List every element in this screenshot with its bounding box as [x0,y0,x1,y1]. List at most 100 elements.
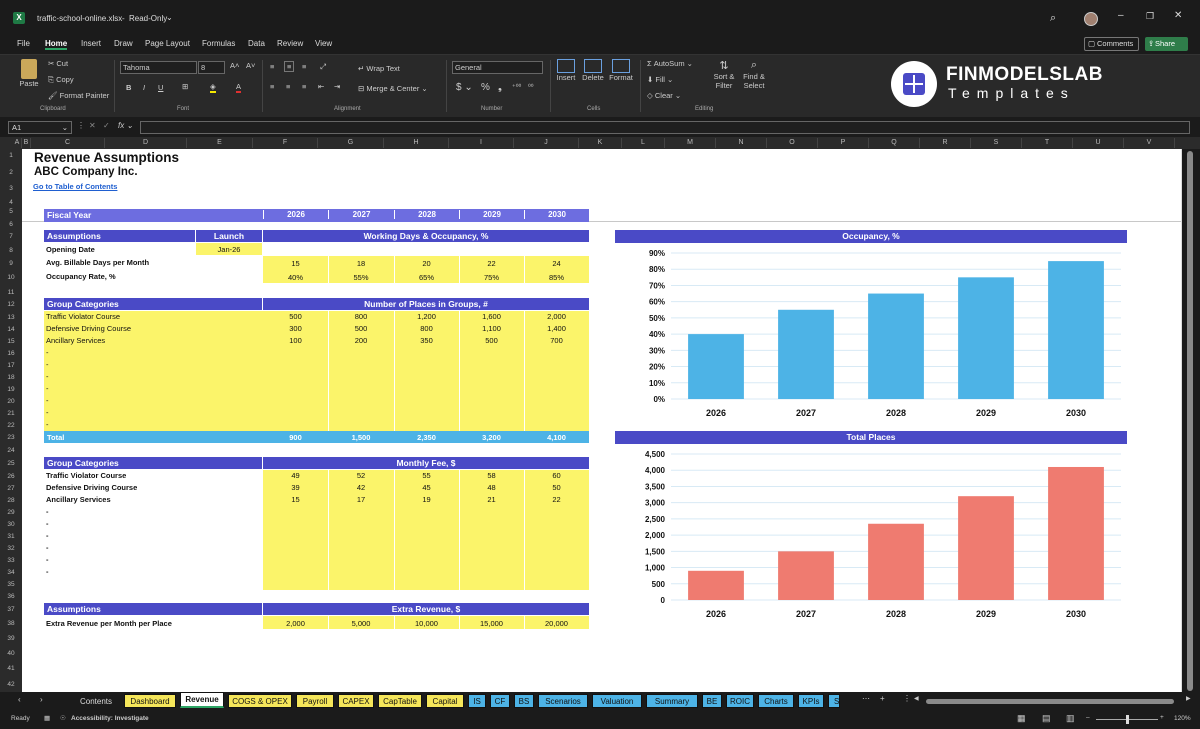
fee-value[interactable]: 49 [263,471,328,480]
format-painter-button[interactable]: 🖌 Format Painter [48,91,109,100]
comma-icon[interactable]: ❟ [498,82,502,93]
menu-data[interactable]: Data [248,39,265,48]
insert-function-icon[interactable]: fx ⌄ [118,121,133,130]
tab-valuation[interactable]: Valuation [592,694,642,708]
hscroll-right-icon[interactable]: ▶ [1186,695,1191,702]
row-header[interactable]: 18 [0,373,22,382]
align-right-icon[interactable]: ≡ [302,82,306,91]
percent-icon[interactable]: % [481,82,490,93]
accessibility-status[interactable]: Accessibility: Investigate [71,715,149,722]
fill-color-icon[interactable]: ◈ [210,82,216,93]
column-header[interactable]: A [13,138,22,148]
fee-value[interactable]: 22 [524,495,589,504]
row-header[interactable]: 39 [0,634,22,643]
format-cells-button[interactable]: Format [608,59,634,82]
row-header[interactable]: 41 [0,664,22,673]
autosum-button[interactable]: Σ AutoSum ⌄ [647,59,693,68]
paste-button[interactable]: Paste [14,59,44,97]
align-middle-icon[interactable]: ≡ [284,61,295,72]
enter-icon[interactable]: ✓ [103,121,110,130]
row-header[interactable]: 23 [0,433,22,442]
column-header[interactable]: C [31,138,105,148]
toc-link[interactable]: Go to Table of Contents [33,182,117,191]
row-header[interactable]: 16 [0,349,22,358]
tab-roic[interactable]: ROIC [726,694,754,708]
fee-value[interactable]: 48 [459,483,524,492]
column-header[interactable]: B [22,138,31,148]
fee-value[interactable]: 60 [524,471,589,480]
cancel-icon[interactable]: ✕ [89,121,96,130]
underline-icon[interactable]: U [158,83,163,92]
column-header[interactable]: I [449,138,514,148]
fee-value[interactable]: 15 [263,495,328,504]
column-header[interactable]: M [665,138,716,148]
place-value[interactable]: 1,100 [459,324,524,333]
tab-kpis[interactable]: KPIs [798,694,824,708]
row-header[interactable]: 21 [0,409,22,418]
column-header[interactable]: P [818,138,869,148]
clear-button[interactable]: ◇ Clear ⌄ [647,91,681,100]
row-header[interactable]: 28 [0,496,22,505]
tab-cogs-opex[interactable]: COGS & OPEX [228,694,292,708]
column-header[interactable]: L [622,138,665,148]
hscroll-left-icon[interactable]: ◀ [914,695,919,702]
place-value[interactable]: 1,400 [524,324,589,333]
row-header[interactable]: 31 [0,532,22,541]
zoom-slider[interactable] [1096,715,1158,724]
column-header[interactable]: D [105,138,187,148]
row-header[interactable]: 5 [0,207,22,216]
fee-value[interactable]: 42 [328,483,394,492]
bar-2027[interactable] [778,309,834,399]
place-value[interactable]: 350 [394,336,459,345]
row-header[interactable]: 25 [0,459,22,468]
row-header[interactable]: 35 [0,580,22,589]
cut-button[interactable]: ✂ Cut [48,59,68,68]
row-header[interactable]: 4 [0,198,22,207]
column-header[interactable]: U [1073,138,1124,148]
merge-center-button[interactable]: ⊟ Merge & Center ⌄ [358,84,428,93]
place-value[interactable]: 200 [328,336,394,345]
fee-value[interactable]: 52 [328,471,394,480]
tab-be[interactable]: BE [702,694,722,708]
shrink-font-icon[interactable]: A˅ [246,61,255,70]
menu-draw[interactable]: Draw [114,39,133,48]
column-header[interactable]: T [1022,138,1073,148]
worksheet[interactable]: Revenue Assumptions ABC Company Inc. Go … [22,149,1182,692]
zoom-in-icon[interactable]: + [1160,714,1164,721]
row-header[interactable]: 34 [0,568,22,577]
column-header[interactable]: F [253,138,318,148]
minimize-icon[interactable]: – [1118,10,1124,21]
close-icon[interactable]: ✕ [1174,10,1182,21]
page-layout-view-icon[interactable]: ▤ [1042,713,1051,724]
row-header[interactable]: 32 [0,544,22,553]
menu-insert[interactable]: Insert [81,39,101,48]
tab-dashboard[interactable]: Dashboard [124,694,176,708]
decrease-decimal-icon[interactable]: ⁰⁰ [528,83,534,91]
tab-summary[interactable]: Summary [646,694,698,708]
row-header[interactable]: 11 [0,288,22,297]
copy-button[interactable]: ⎘ Copy [48,75,74,85]
tab-captable[interactable]: CapTable [378,694,422,708]
align-left-icon[interactable]: ≡ [270,82,274,91]
total-places-chart[interactable]: 0 500 1,000 1,500 2,000 2,500 3,000 3,500 4,000 4… [615,445,1127,630]
bold-icon[interactable]: B [126,83,131,92]
tab-bs[interactable]: BS [514,694,534,708]
insert-cells-button[interactable]: Insert [555,59,577,82]
indent-increase-icon[interactable]: ⇥ [334,82,340,91]
occupancy-chart[interactable]: 0% 10% 20% 30% 40% 50% 60% 70% 80% 90% 2026 2027 202… [615,244,1127,429]
more-icon[interactable]: ⋮ [77,121,85,130]
column-header[interactable]: E [187,138,253,148]
number-format-select[interactable]: General [452,61,543,74]
tab-capital[interactable]: Capital [426,694,464,708]
row-header[interactable]: 12 [0,300,22,309]
bar-2028[interactable] [868,523,924,600]
column-header[interactable]: G [318,138,384,148]
fee-value[interactable]: 19 [394,495,459,504]
column-header[interactable]: O [767,138,818,148]
font-size-select[interactable]: 8 [198,61,225,74]
tab-contents[interactable]: Contents [72,694,120,708]
bar-2027[interactable] [778,551,834,600]
row-header[interactable]: 38 [0,619,22,628]
vertical-scroll-thumb[interactable] [1187,151,1193,691]
fee-value[interactable]: 17 [328,495,394,504]
